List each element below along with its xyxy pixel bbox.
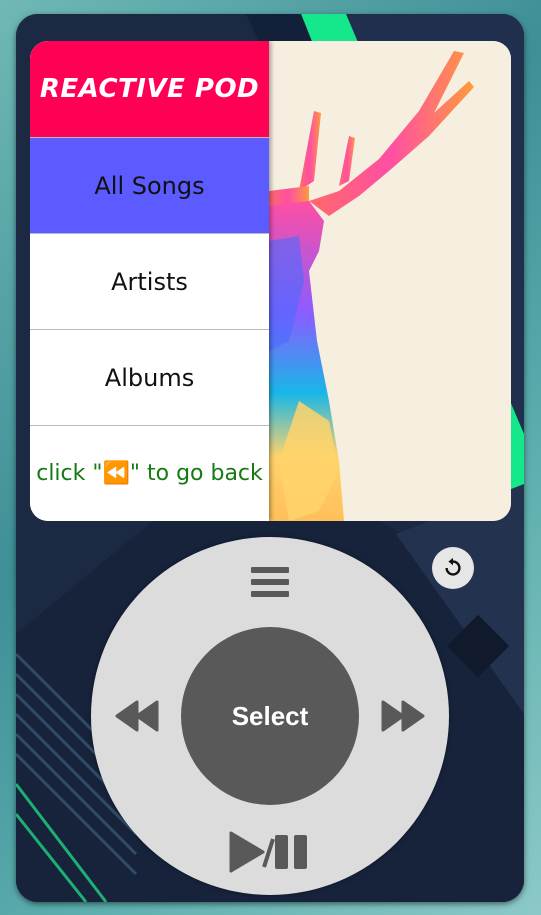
- fast-forward-button[interactable]: [377, 694, 429, 738]
- back-hint: click "⏪" to go back: [30, 425, 269, 521]
- reset-button[interactable]: [432, 547, 474, 589]
- menu-icon: [251, 567, 289, 597]
- menu-item-albums[interactable]: Albums: [30, 329, 269, 425]
- click-wheel[interactable]: Select: [91, 537, 449, 895]
- screen: REACTIVE POD All Songs Artists Albums cl…: [30, 41, 511, 521]
- album-art-image: [269, 41, 511, 521]
- fast-forward-icon: [381, 700, 425, 732]
- rewind-button[interactable]: [111, 694, 163, 738]
- ipod-device: REACTIVE POD All Songs Artists Albums cl…: [16, 14, 524, 902]
- play-pause-button[interactable]: [225, 827, 315, 877]
- rewind-icon: [115, 700, 159, 732]
- play-pause-icon: [229, 831, 307, 873]
- app-title: REACTIVE POD: [30, 41, 269, 137]
- select-button[interactable]: Select: [181, 627, 359, 805]
- menu-item-artists[interactable]: Artists: [30, 233, 269, 329]
- reset-icon: [445, 557, 461, 576]
- menu-button[interactable]: [245, 559, 295, 605]
- menu-panel: REACTIVE POD All Songs Artists Albums cl…: [30, 41, 269, 521]
- menu-item-all-songs[interactable]: All Songs: [30, 137, 269, 233]
